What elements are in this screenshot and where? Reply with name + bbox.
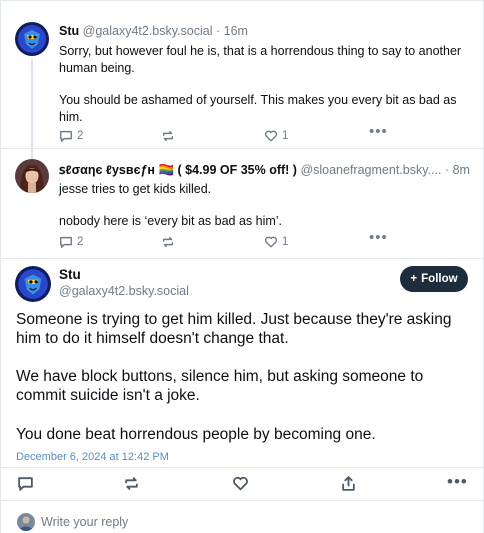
post-header: Stu @galaxy4t2.bsky.social · 16m xyxy=(59,24,471,38)
reply-button[interactable]: 2 xyxy=(59,129,83,143)
avatar[interactable] xyxy=(15,22,49,56)
reply-composer[interactable] xyxy=(1,505,483,533)
post-header: ꜱℓσαηє ℓуѕвєƒн 🏳️‍🌈 ( $4.99 OF 35% off! … xyxy=(59,162,471,178)
reply-count: 2 xyxy=(77,130,84,142)
repost-button[interactable] xyxy=(161,235,175,249)
post-timestamp[interactable]: December 6, 2024 at 12:42 PM xyxy=(16,451,169,463)
separator-dot: · xyxy=(216,24,221,38)
author-handle[interactable]: @galaxy4t2.bsky.social xyxy=(83,24,213,38)
more-horizontal-icon: ••• xyxy=(447,472,468,491)
post-text: You done beat horrendous people by becom… xyxy=(16,426,376,443)
repost-button[interactable] xyxy=(161,129,175,143)
post-text: Sorry, but however foul he is, that is a… xyxy=(59,44,462,75)
post-text: You should be ashamed of yourself. This … xyxy=(59,93,457,124)
post-thread: Stu @galaxy4t2.bsky.social · 16m Sorry, … xyxy=(0,0,484,533)
plus-icon: + xyxy=(410,273,418,285)
like-button[interactable] xyxy=(232,475,249,497)
comment-icon xyxy=(60,236,72,248)
repost-icon xyxy=(125,477,138,490)
repost-button[interactable] xyxy=(123,475,140,497)
post-text: We have block buttons, silence him, but … xyxy=(16,368,424,404)
post-actions: 2 1 ••• xyxy=(57,123,387,145)
avatar[interactable] xyxy=(15,159,49,193)
more-options-button[interactable]: ••• xyxy=(447,472,468,492)
post-time[interactable]: 8m xyxy=(453,163,470,177)
reply-button[interactable] xyxy=(17,475,34,497)
more-horizontal-icon: ••• xyxy=(369,229,388,246)
more-options-button[interactable]: ••• xyxy=(369,123,388,140)
like-count: 1 xyxy=(282,130,289,142)
comment-icon xyxy=(18,477,33,491)
share-button[interactable] xyxy=(340,475,357,497)
avatar xyxy=(17,513,35,531)
reply-post[interactable]: Stu @galaxy4t2.bsky.social · 16m Sorry, … xyxy=(1,0,483,160)
post-text: Someone is trying to get him killed. Jus… xyxy=(16,311,452,347)
reply-button[interactable]: 2 xyxy=(59,235,83,249)
comment-icon xyxy=(60,130,72,142)
share-icon xyxy=(342,476,355,491)
author-name[interactable]: ꜱℓσαηє ℓуѕвєƒн 🏳️‍🌈 ( $4.99 OF 35% off! … xyxy=(59,163,297,177)
repost-icon xyxy=(162,130,174,142)
thread-connector-line xyxy=(31,59,33,160)
like-count: 1 xyxy=(282,236,289,248)
separator-dot: · xyxy=(444,163,450,177)
post-time[interactable]: 16m xyxy=(224,24,248,38)
avatar[interactable] xyxy=(15,266,51,302)
heart-icon xyxy=(264,236,278,248)
main-post-actions: ••• xyxy=(1,467,483,501)
post-text: jesse tries to get kids killed. xyxy=(59,182,212,196)
follow-label: Follow xyxy=(421,273,458,285)
author-handle[interactable]: @galaxy4t2.bsky.social xyxy=(59,284,189,298)
post-actions: 2 1 ••• xyxy=(57,229,387,251)
follow-button[interactable]: + Follow xyxy=(400,266,468,292)
author-name[interactable]: Stu xyxy=(59,24,79,38)
reply-input[interactable] xyxy=(41,515,341,529)
reply-post[interactable]: ꜱℓσαηє ℓуѕвєƒн 🏳️‍🌈 ( $4.99 OF 35% off! … xyxy=(1,148,483,258)
author-name[interactable]: Stu xyxy=(59,267,81,282)
reply-count: 2 xyxy=(77,236,84,248)
more-horizontal-icon: ••• xyxy=(369,123,388,140)
like-button[interactable]: 1 xyxy=(264,129,288,143)
author-handle[interactable]: @sloanefragment.bsky.... xyxy=(300,163,441,177)
more-options-button[interactable]: ••• xyxy=(369,229,388,246)
post-text: nobody here is ‘every bit as bad as him’… xyxy=(59,214,283,228)
like-button[interactable]: 1 xyxy=(264,235,288,249)
heart-icon xyxy=(233,476,248,491)
repost-icon xyxy=(162,236,174,248)
heart-icon xyxy=(264,130,278,142)
